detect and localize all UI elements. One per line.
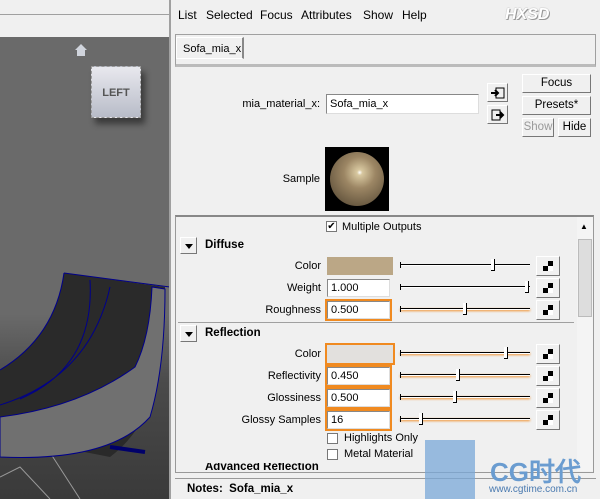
view-cube[interactable]: LEFT (91, 66, 141, 118)
diffuse-weight-slider-thumb[interactable] (525, 281, 529, 293)
node-name-input[interactable] (326, 94, 479, 114)
diffuse-roughness-slider[interactable] (400, 303, 530, 317)
diffuse-weight-label: Weight (286, 282, 321, 294)
multiple-outputs-label: Multiple Outputs (342, 221, 422, 233)
scrollbar-thumb[interactable] (578, 239, 592, 317)
glossy-samples-map-button[interactable] (536, 410, 560, 430)
diffuse-weight-map-button[interactable] (536, 278, 560, 298)
viewport-divider (0, 14, 171, 15)
glossy-samples-slider-thumb[interactable] (418, 413, 423, 425)
menu-help[interactable]: Help (402, 8, 427, 22)
reflection-color-swatch[interactable] (325, 343, 395, 365)
diffuse-color-slider-thumb[interactable] (491, 259, 496, 271)
reflectivity-slider[interactable] (400, 369, 530, 383)
material-sample-swatch (325, 147, 389, 211)
node-type-label: mia_material_x: (242, 98, 320, 110)
reflection-section-title: Reflection (205, 327, 261, 339)
watermark-hxsd: HXSD (505, 6, 550, 23)
input-connections-icon[interactable] (487, 83, 508, 102)
diffuse-roughness-slider-thumb[interactable] (462, 303, 467, 315)
menu-selected[interactable]: Selected (206, 8, 253, 22)
highlights-only-label: Highlights Only (344, 432, 418, 444)
presets-button[interactable]: Presets* (522, 96, 591, 115)
menu-show[interactable]: Show (363, 8, 393, 22)
watermark-url: www.cgtime.com.cn (489, 484, 578, 495)
hide-button[interactable]: Hide (558, 118, 591, 137)
notes-value: Sofa_mia_x (229, 483, 294, 495)
reflectivity-input[interactable]: 0.450 (325, 365, 392, 387)
home-icon[interactable] (75, 44, 87, 56)
menu-attributes[interactable]: Attributes (301, 8, 352, 22)
viewport-panel[interactable]: LEFT (0, 0, 171, 499)
sample-label: Sample (282, 173, 320, 185)
viewport-canvas[interactable] (0, 37, 169, 499)
advanced-reflection-title: Advanced Reflection (205, 463, 319, 472)
reflection-color-map-button[interactable] (536, 344, 560, 364)
glossy-samples-input[interactable]: 16 (325, 409, 392, 431)
menu-focus[interactable]: Focus (260, 8, 293, 22)
diffuse-color-swatch[interactable] (327, 257, 393, 275)
diffuse-weight-input[interactable]: 1.000 (327, 279, 390, 297)
diffuse-color-slider[interactable] (400, 259, 530, 273)
focus-button[interactable]: Focus (522, 74, 591, 93)
reflection-color-slider-thumb[interactable] (503, 347, 508, 359)
diffuse-collapse-toggle[interactable] (180, 237, 197, 254)
glossy-samples-label: Glossy Samples (241, 414, 321, 426)
highlights-only-checkbox[interactable] (327, 433, 338, 444)
metal-material-label: Metal Material (344, 448, 414, 460)
sofa-wireframe (0, 272, 169, 499)
reflectivity-slider-thumb[interactable] (456, 369, 461, 381)
glossiness-input[interactable]: 0.500 (325, 387, 392, 409)
glossy-samples-slider[interactable] (400, 413, 530, 427)
menu-list[interactable]: List (178, 8, 197, 22)
diffuse-roughness-map-button[interactable] (536, 300, 560, 320)
section-divider (178, 322, 574, 323)
output-connections-icon[interactable] (487, 105, 508, 124)
reflection-color-label: Color (294, 348, 321, 360)
vertical-scrollbar[interactable]: ▲ (577, 217, 593, 471)
diffuse-roughness-input[interactable]: 0.500 (325, 299, 392, 321)
reflectivity-label: Reflectivity (267, 370, 321, 382)
diffuse-color-label: Color (294, 260, 321, 272)
reflection-color-slider[interactable] (400, 347, 530, 361)
notes-label: Notes: (187, 483, 223, 495)
diffuse-color-map-button[interactable] (536, 256, 560, 276)
glossiness-slider[interactable] (400, 391, 530, 405)
watermark-cgtime: CG时代 www.cgtime.com.cn (425, 440, 600, 499)
metal-material-checkbox[interactable] (327, 449, 338, 460)
scroll-up-arrow-icon[interactable]: ▲ (580, 222, 588, 231)
glossiness-map-button[interactable] (536, 388, 560, 408)
glossiness-slider-thumb[interactable] (452, 391, 457, 403)
diffuse-section-title: Diffuse (205, 239, 244, 251)
diffuse-roughness-label: Roughness (265, 304, 321, 316)
multiple-outputs-checkbox[interactable]: ✔ (326, 221, 337, 232)
reflectivity-map-button[interactable] (536, 366, 560, 386)
glossiness-label: Glossiness (267, 392, 321, 404)
show-button[interactable]: Show (522, 118, 554, 137)
tab-sofa-mia-x[interactable]: Sofa_mia_x (176, 37, 244, 59)
diffuse-weight-slider[interactable] (400, 281, 530, 295)
reflection-collapse-toggle[interactable] (180, 325, 197, 342)
